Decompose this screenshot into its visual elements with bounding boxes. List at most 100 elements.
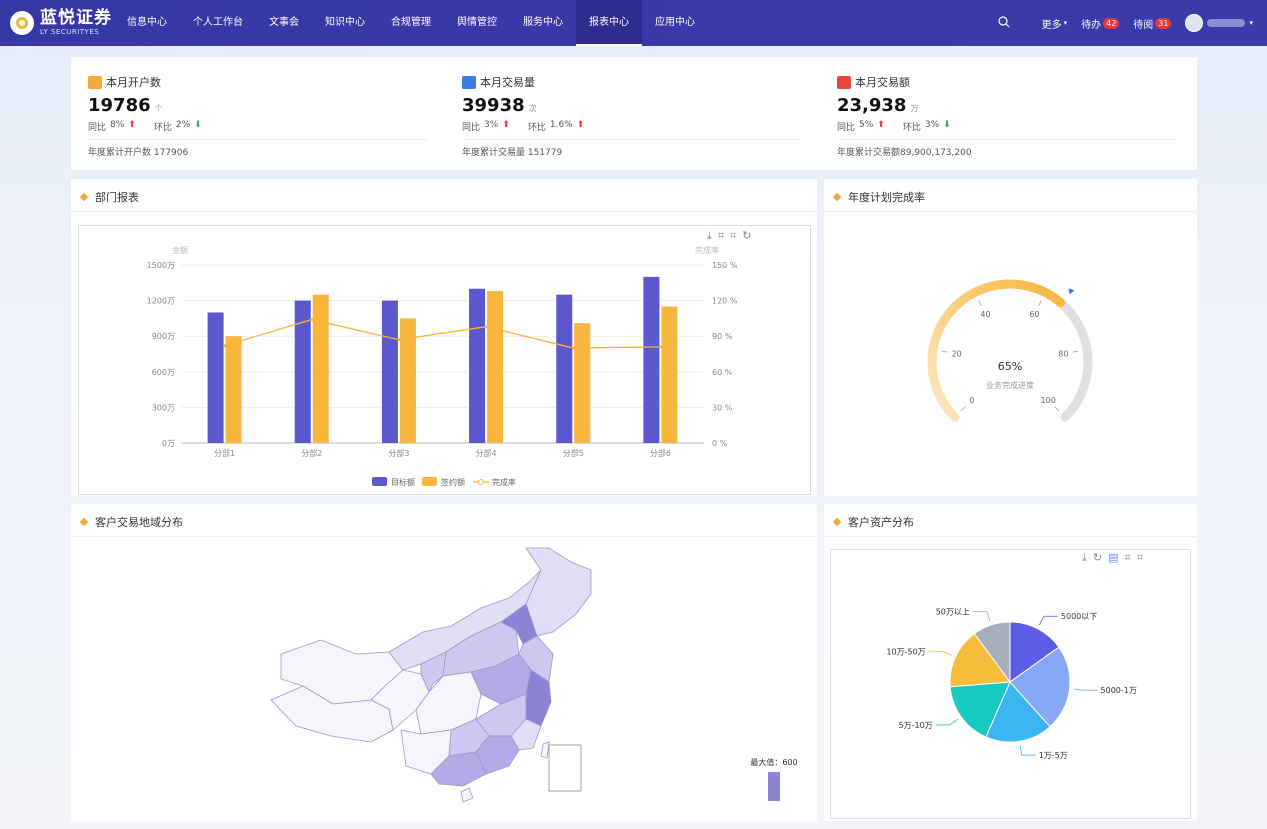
y-tick-label: 900万 <box>152 332 175 341</box>
brand-name-en: LY SECURITYES <box>40 28 100 36</box>
x-tick-label: 分部5 <box>563 448 584 458</box>
y2-tick-label: 30 % <box>712 403 733 412</box>
bar-signed <box>225 336 242 443</box>
stat-unit: 万 <box>910 104 919 113</box>
nav-item-service-center[interactable]: 服务中心 <box>510 0 576 46</box>
yoy-label: 同比 <box>462 123 481 133</box>
more-menu[interactable]: 更多 ▾ <box>1042 16 1068 31</box>
toread-label: 待阅 <box>1133 19 1154 31</box>
gauge-tick-label: 20 <box>952 350 962 359</box>
map-region-northeast <box>525 547 592 637</box>
legend-swatch <box>422 477 437 486</box>
bar-target <box>207 312 224 443</box>
trade-amount-icon <box>837 75 851 89</box>
arrow-down-icon: ⬇ <box>194 120 202 130</box>
stat-title: 本月交易额 <box>855 76 910 89</box>
mom-label: 环比 <box>153 123 172 133</box>
nav-item-app-center[interactable]: 应用中心 <box>642 0 708 46</box>
y2-tick-label: 90 % <box>712 332 733 341</box>
bar-signed <box>487 291 504 443</box>
gauge-tick-label: 80 <box>1058 350 1068 359</box>
y2-tick-label: 120 % <box>712 297 738 306</box>
stat-year-total: 年度累计交易量 151779 <box>462 148 563 158</box>
gauge-pointer <box>1068 288 1075 295</box>
asset-pie-chart: 5000以下 5000-1万 1万-5万 5万-10万 10万-50万 50万以上 <box>886 608 1136 760</box>
bar-signed <box>661 306 678 443</box>
nav-item-report-center[interactable]: 报表中心 <box>576 0 642 46</box>
mom-label: 环比 <box>902 123 921 133</box>
y-axis-label: 金额 <box>172 245 188 255</box>
toread-button[interactable]: 待阅 31 <box>1133 16 1172 31</box>
line-completion-rate <box>224 318 661 349</box>
y-tick-label: 300万 <box>152 403 175 412</box>
line-point <box>397 338 401 342</box>
line-point <box>571 346 575 350</box>
pie-label-line <box>1019 745 1036 756</box>
map-region-hainan <box>460 787 474 803</box>
nav-item-personal-workbench[interactable]: 个人工作台 <box>180 0 256 46</box>
main-nav: 信息中心 个人工作台 文事会 知识中心 合规管理 舆情管控 服务中心 报表中心 … <box>114 0 708 46</box>
yoy-value: 8% <box>110 120 125 130</box>
more-label: 更多 <box>1041 19 1062 31</box>
x-tick-label: 分部4 <box>476 448 497 458</box>
region-map-panel: 客户交易地域分布 最大值：600 <box>71 504 817 821</box>
nav-item-compliance[interactable]: 合规管理 <box>378 0 444 46</box>
map-legend-bar <box>768 772 780 801</box>
x-tick-label: 分部3 <box>388 448 409 458</box>
nav-item-wenshihui[interactable]: 文事会 <box>256 0 312 46</box>
mom-label: 环比 <box>527 123 546 133</box>
stat-unit: 个 <box>154 104 163 113</box>
line-point <box>310 318 314 322</box>
todo-button[interactable]: 待办 42 <box>1081 16 1120 31</box>
arrow-up-icon: ⬆ <box>877 120 885 130</box>
top-navigation-bar: 蓝悦证券 LY SECURITYES 信息中心 个人工作台 文事会 知识中心 合… <box>0 0 1267 46</box>
pie-label: 50万以上 <box>936 608 970 617</box>
yoy-value: 3% <box>484 120 499 130</box>
stat-trade-amount: 本月交易额 23,938 万 同比 5% ⬆ 环比 3% ⬇ 年度累计交易额89,900,… <box>837 74 1177 158</box>
y2-tick-label: 150 % <box>712 261 738 270</box>
bar-target <box>469 288 486 443</box>
pie-label-line <box>928 650 952 656</box>
todo-label: 待办 <box>1081 19 1102 31</box>
nav-item-info-center[interactable]: 信息中心 <box>114 0 180 46</box>
pie-label-line <box>935 718 959 726</box>
stat-value: 23,938 <box>837 95 907 116</box>
stat-title: 本月交易量 <box>480 76 535 89</box>
legend-swatch <box>372 477 387 486</box>
nav-item-knowledge-center[interactable]: 知识中心 <box>312 0 378 46</box>
user-menu[interactable]: ▾ <box>1185 14 1253 32</box>
bar-signed <box>312 294 329 443</box>
y-tick-label: 1500万 <box>147 261 175 270</box>
stat-value: 39938 <box>462 95 525 116</box>
logo-icon <box>10 11 34 35</box>
caret-down-icon: ▾ <box>1249 19 1253 27</box>
account-icon <box>88 75 102 89</box>
stat-year-total: 年度累计交易额89,900,173,200 <box>837 148 972 158</box>
bar-target <box>556 294 573 443</box>
map-region-taiwan <box>540 741 550 759</box>
line-point <box>484 325 488 329</box>
gauge-tick-label: 100 <box>1041 396 1056 405</box>
asset-distribution-panel: 客户资产分布 ⤓ ↻ ▤ ⌗ ⌗ 5000以下 5000-1万 1万-5万 5万-10… <box>824 504 1197 821</box>
todo-badge: 42 <box>1103 17 1120 29</box>
pie-label: 5万-10万 <box>899 721 933 730</box>
monthly-stats-card: 本月开户数 19786 个 同比 8% ⬆ 环比 2% ⬇ 年度累计开户数 177906 … <box>71 57 1197 170</box>
plan-gauge-chart: 0 20 40 60 80 100 65% 业务完成进度 <box>927 279 1093 422</box>
y-tick-label: 600万 <box>152 368 175 377</box>
trade-volume-icon <box>462 75 476 89</box>
search-icon[interactable] <box>997 15 1010 31</box>
stat-value: 19786 <box>88 95 151 116</box>
yoy-value: 5% <box>859 120 874 130</box>
legend-label: 签约额 <box>441 477 465 487</box>
legend-swatch <box>478 479 484 485</box>
legend-label: 完成率 <box>492 477 516 487</box>
stat-title: 本月开户数 <box>106 76 161 89</box>
bar-signed <box>574 323 591 443</box>
nav-item-public-opinion[interactable]: 舆情管控 <box>444 0 510 46</box>
x-tick-label: 分部1 <box>214 448 235 458</box>
yoy-label: 同比 <box>837 123 856 133</box>
dept-bar-chart: 0万 0 % 300万 30 % 600万 60 % 900万 90 % 1200万 120 % 1… <box>147 245 738 487</box>
brand-logo[interactable]: 蓝悦证券 LY SECURITYES <box>10 10 112 36</box>
gauge-tick <box>1038 300 1042 307</box>
gauge-tick <box>978 300 982 307</box>
